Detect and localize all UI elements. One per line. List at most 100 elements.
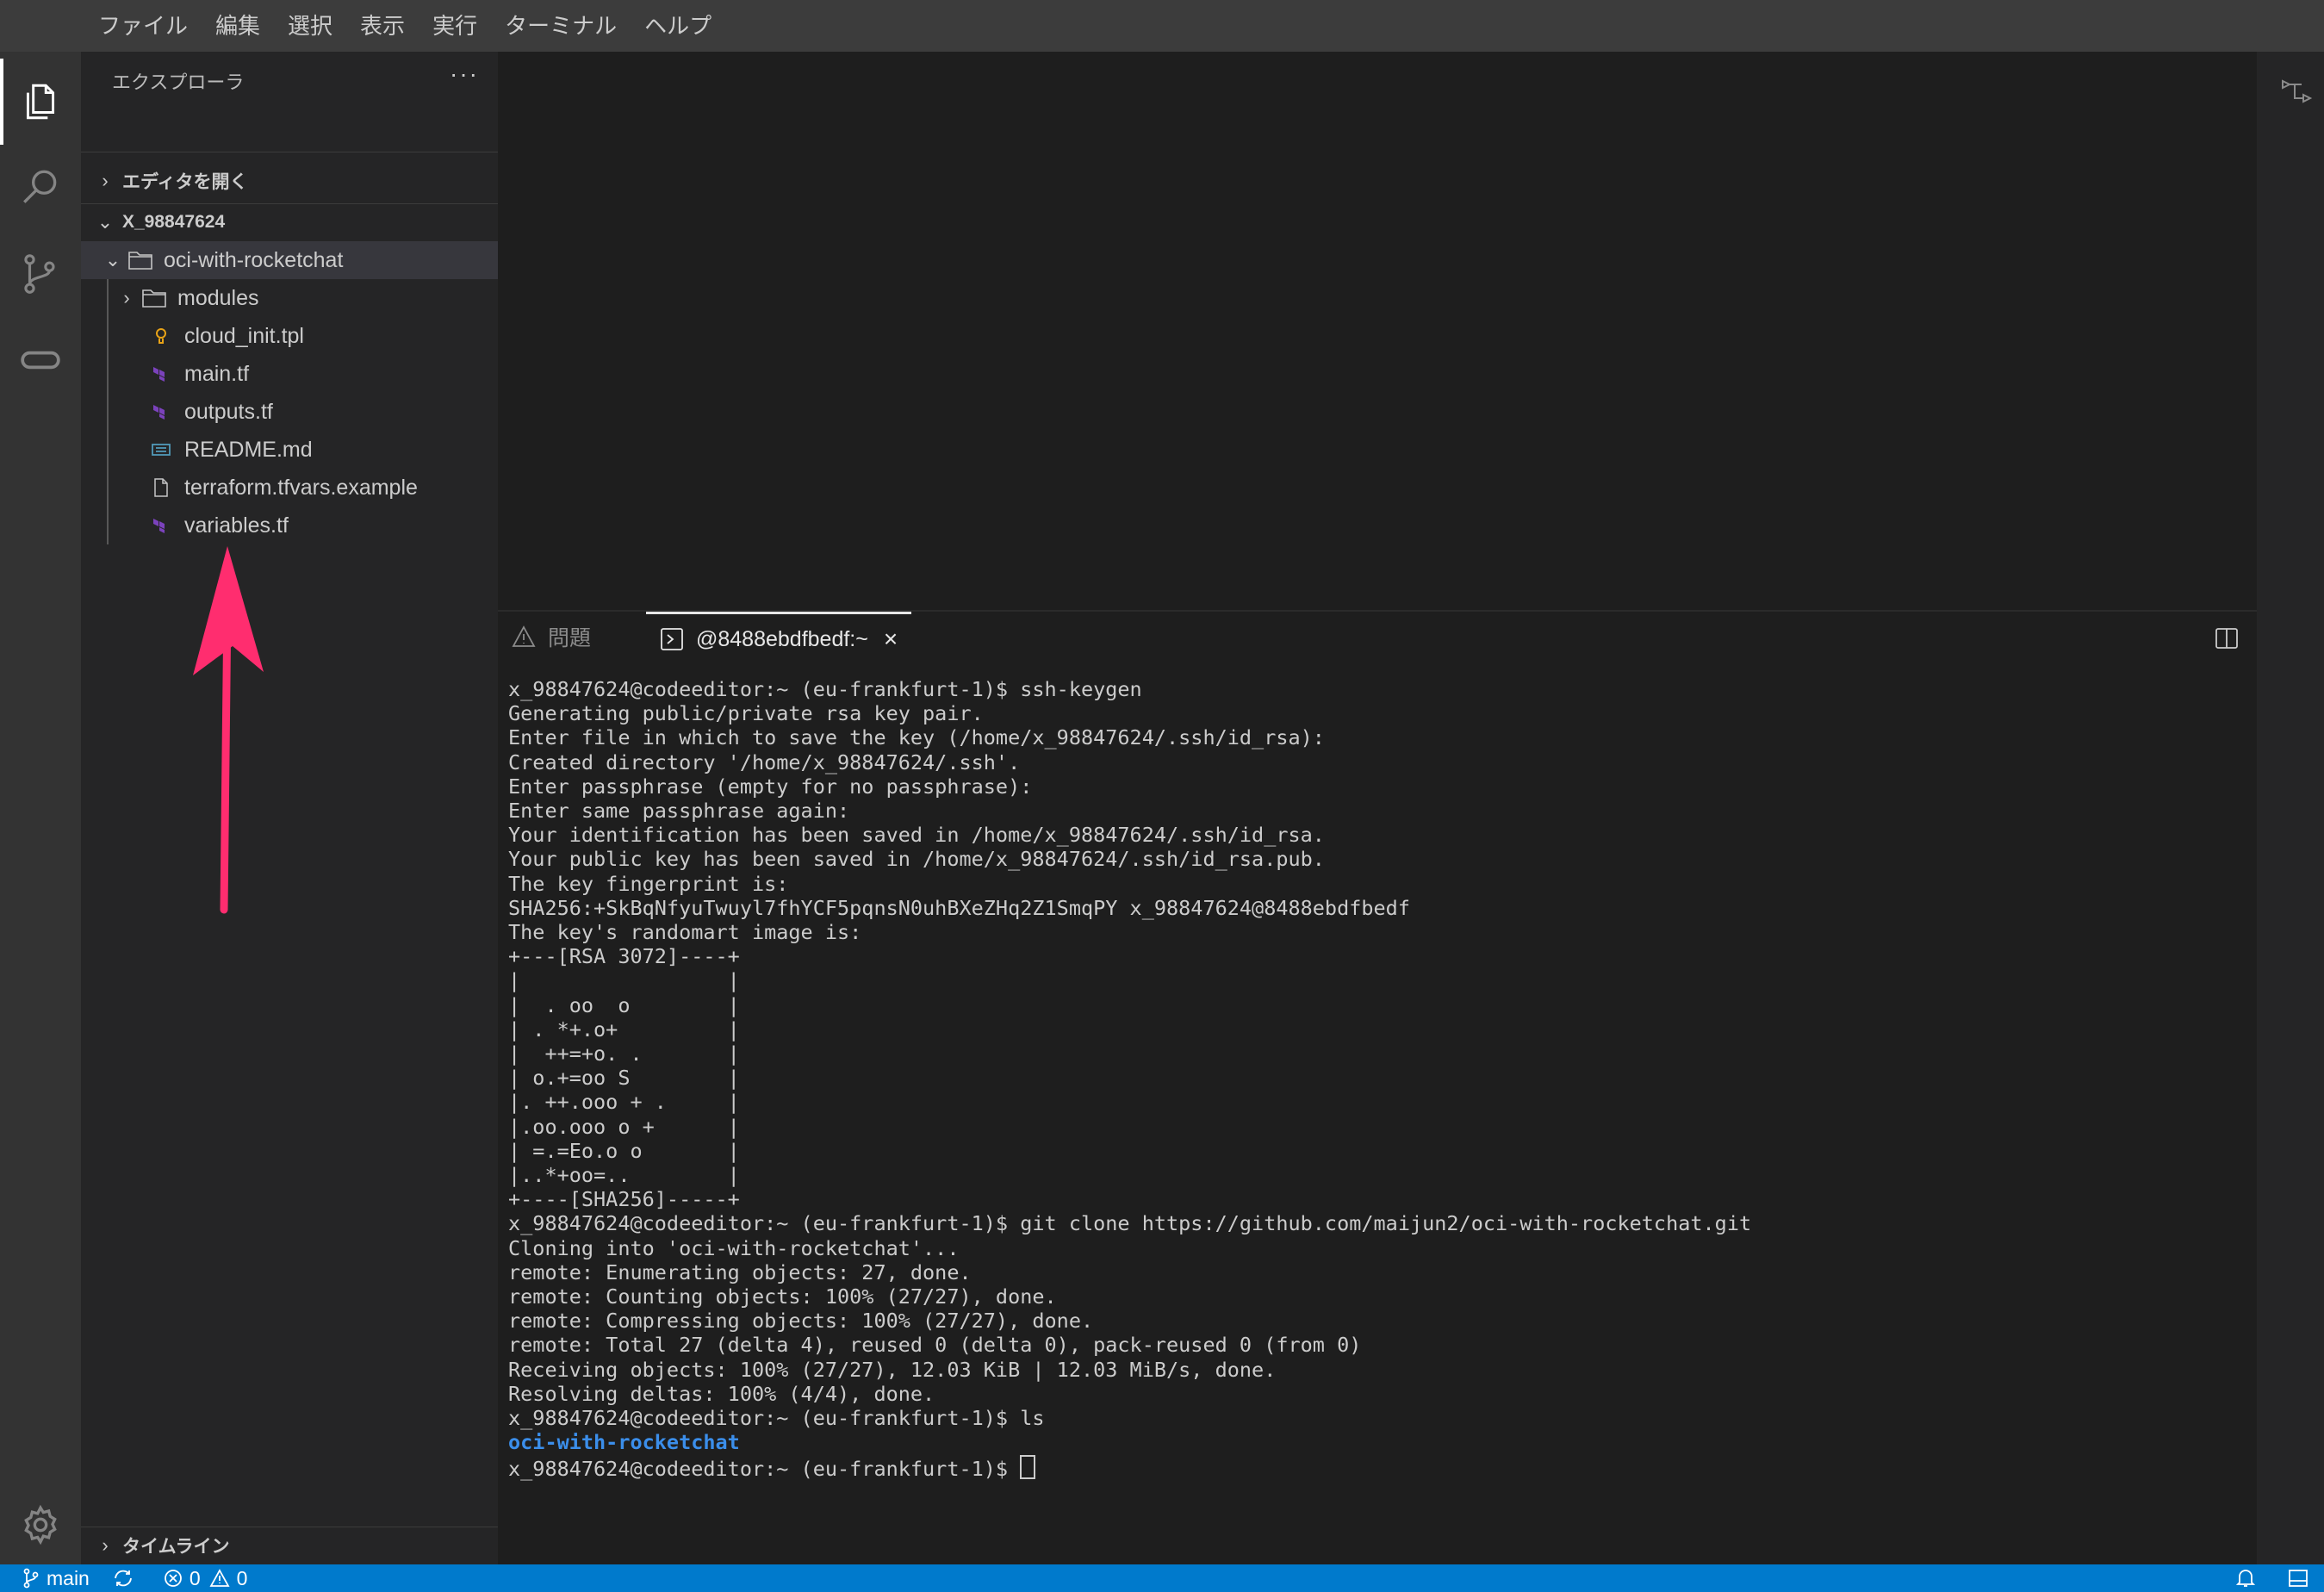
terminal-line: SHA256:+SkBqNfyuTwuyl7fhYCF5pqnsN0uhBXeZ… — [508, 895, 1410, 920]
tree-file-outputs-tf[interactable]: outputs.tf — [81, 393, 498, 431]
notifications-button[interactable] — [2236, 1568, 2262, 1589]
markdown-icon — [146, 435, 176, 464]
menubar: ファイル 編集 選択 表示 実行 ターミナル ヘルプ — [0, 0, 2324, 52]
chevron-right-icon: › — [102, 1534, 109, 1556]
chevron-down-icon: ⌄ — [96, 211, 114, 233]
search-button[interactable] — [0, 145, 81, 231]
timeline-label: タイムライン — [122, 1537, 230, 1557]
menu-file[interactable]: ファイル — [84, 0, 202, 52]
tab-terminal[interactable]: @8488ebdfbedf:~ × — [646, 612, 912, 664]
branch-indicator[interactable]: main — [22, 1567, 90, 1590]
annotation-arrow-icon — [193, 546, 264, 914]
terminal-line: Your identification has been saved in /h… — [508, 823, 1325, 848]
tab-label: 問題 — [548, 626, 592, 650]
terminal-line: |.oo.ooo o + | — [508, 1114, 740, 1139]
ls-directory-entry: oci-with-rocketchat — [508, 1430, 740, 1455]
terminal-icon — [660, 627, 684, 651]
terminal-line: Cloning into 'oci-with-rocketchat'... — [508, 1235, 960, 1260]
workspace-label: X_98847624 — [122, 212, 226, 232]
terminal-cursor — [1020, 1454, 1036, 1479]
menu-terminal[interactable]: ターミナル — [491, 0, 631, 52]
remote-icon — [21, 351, 60, 370]
terminal-line: The key fingerprint is: — [508, 871, 789, 896]
terminal-line: Enter file in which to save the key (/ho… — [508, 725, 1325, 750]
terminal-line: +----[SHA256]-----+ — [508, 1187, 740, 1212]
terminal-line: Enter same passphrase again: — [508, 799, 850, 824]
problems-indicator[interactable]: 0 0 — [164, 1566, 248, 1590]
open-editors-header[interactable]: › エディタを開く — [81, 162, 498, 200]
terraform-icon — [146, 397, 176, 426]
terminal-line: Your public key has been saved in /home/… — [508, 847, 1325, 872]
panel-layout-icon — [2289, 1570, 2308, 1587]
explorer-button[interactable] — [0, 59, 81, 145]
editor-area[interactable] — [498, 52, 2257, 610]
chevron-down-icon: ⌄ — [104, 249, 121, 271]
terminal-line: x_98847624@codeeditor:~ (eu-frankfurt-1)… — [508, 1211, 1752, 1236]
terminal-line: +---[RSA 3072]----+ — [508, 944, 740, 969]
tree-item-label: oci-with-rocketchat — [164, 247, 344, 272]
terminal-line: | . oo o | — [508, 992, 740, 1017]
terminal-line: The key's randomart image is: — [508, 920, 862, 945]
terraform-icon — [146, 511, 176, 540]
tab-label: @8488ebdfbedf:~ — [696, 626, 868, 651]
terminal-line: | o.+=oo S | — [508, 1066, 740, 1091]
git-branch-icon — [23, 1568, 39, 1589]
status-bar: main 0 0 — [0, 1564, 2324, 1592]
terminal-output[interactable]: x_98847624@codeeditor:~ (eu-frankfurt-1)… — [508, 677, 2257, 1481]
error-count: 0 — [189, 1566, 201, 1589]
workspace-header[interactable]: ⌄ X_98847624 — [81, 203, 498, 241]
warning-icon — [209, 1569, 230, 1587]
chevron-right-icon: › — [102, 170, 109, 191]
tree-folder-oci-with-rocketchat[interactable]: ⌄ oci-with-rocketchat — [81, 241, 498, 279]
terminal-line: | | — [508, 968, 740, 993]
terminal-line: x_98847624@codeeditor:~ (eu-frankfurt-1)… — [508, 677, 1142, 701]
terminal-line: | . *+.o+ | — [508, 1017, 740, 1042]
settings-gear-icon — [24, 1504, 57, 1545]
terminal-line: remote: Total 27 (delta 4), reused 0 (de… — [508, 1333, 1362, 1358]
tree-file-tfvars-example[interactable]: terraform.tfvars.example — [81, 469, 498, 507]
bell-icon — [2236, 1570, 2255, 1587]
remote-button[interactable] — [0, 317, 81, 403]
tree-item-label: README.md — [184, 437, 313, 462]
tree-file-readme[interactable]: README.md — [81, 431, 498, 469]
terminal-line: Receiving objects: 100% (27/27), 12.03 K… — [508, 1357, 1277, 1382]
warning-count: 0 — [236, 1566, 248, 1589]
menu-run[interactable]: 実行 — [419, 0, 491, 52]
more-actions-button[interactable]: ··· — [450, 60, 479, 88]
tree-item-label: modules — [177, 285, 259, 310]
menu-view[interactable]: 表示 — [346, 0, 419, 52]
error-icon — [164, 1570, 182, 1587]
terminal-line: Generating public/private rsa key pair. — [508, 701, 984, 726]
tree-item-label: outputs.tf — [184, 399, 273, 424]
tree-file-cloud-init[interactable]: cloud_init.tpl — [81, 317, 498, 355]
terminal-line: |. ++.ooo + . | — [508, 1090, 740, 1115]
settings-button[interactable] — [0, 1482, 81, 1568]
menu-edit[interactable]: 編集 — [202, 0, 274, 52]
terminal-line: remote: Enumerating objects: 27, done. — [508, 1259, 972, 1284]
source-control-button[interactable] — [0, 231, 81, 317]
menu-selection[interactable]: 選択 — [274, 0, 346, 52]
tree-item-label: cloud_init.tpl — [184, 323, 304, 348]
explorer-title: エクスプローラ — [112, 72, 245, 93]
split-terminal-icon[interactable] — [2214, 625, 2240, 651]
terminal-line: | =.=Eo.o o | — [508, 1138, 740, 1163]
outline-icon[interactable] — [2279, 76, 2314, 114]
tree-item-label: terraform.tfvars.example — [184, 475, 418, 500]
sync-button[interactable] — [112, 1568, 141, 1589]
explorer-sidebar: エクスプローラ ··· › エディタを開く ⌄ X_98847624 ⌄ oci… — [81, 52, 498, 1564]
menu-help[interactable]: ヘルプ — [631, 0, 725, 52]
active-indicator — [0, 59, 3, 145]
close-icon[interactable]: × — [884, 625, 898, 653]
tab-problems[interactable]: 問題 — [512, 612, 591, 662]
tree-folder-modules[interactable]: › modules — [81, 279, 498, 317]
sync-icon — [114, 1570, 132, 1587]
terminal-line: remote: Counting objects: 100% (27/27), … — [508, 1284, 1057, 1309]
tree-item-label: main.tf — [184, 361, 250, 386]
layout-button[interactable] — [2288, 1569, 2315, 1588]
terminal-line: x_98847624@codeeditor:~ (eu-frankfurt-1)… — [508, 1406, 1045, 1431]
tpl-icon — [146, 321, 176, 351]
timeline-header[interactable]: › タイムライン — [81, 1527, 498, 1564]
tree-file-variables-tf[interactable]: variables.tf — [81, 507, 498, 544]
terminal-prompt: x_98847624@codeeditor:~ (eu-frankfurt-1)… — [508, 1456, 1021, 1481]
tree-file-main-tf[interactable]: main.tf — [81, 355, 498, 393]
